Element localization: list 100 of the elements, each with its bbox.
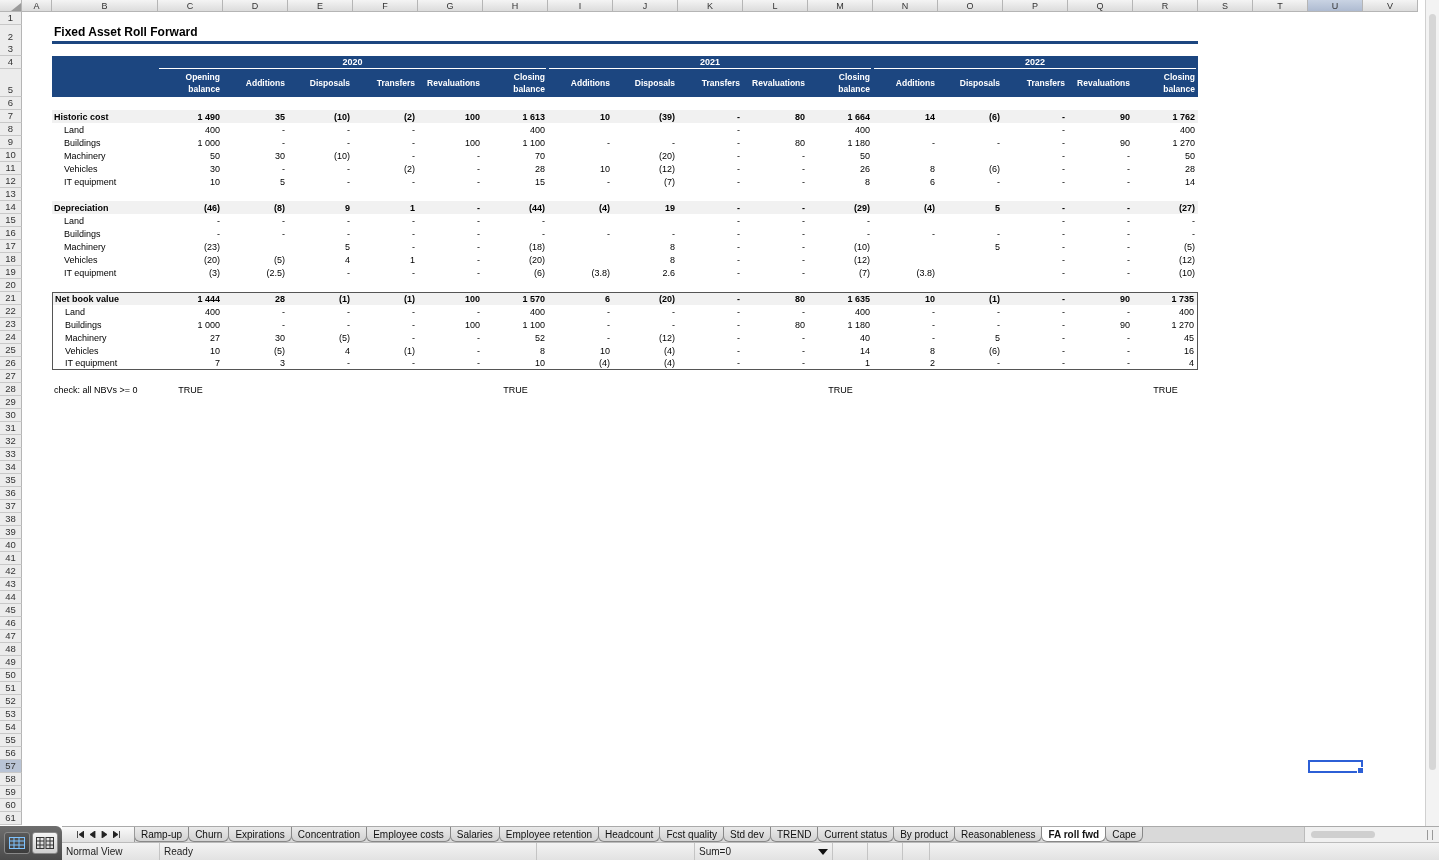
- row-number[interactable]: 15: [0, 214, 22, 227]
- column-letter[interactable]: R: [1133, 0, 1198, 12]
- row-number[interactable]: 22: [0, 305, 22, 318]
- sheet-tab[interactable]: Salaries: [449, 827, 500, 842]
- column-letter[interactable]: G: [418, 0, 483, 12]
- row-number[interactable]: 56: [0, 747, 22, 760]
- row-number[interactable]: 37: [0, 500, 22, 513]
- row-number[interactable]: 29: [0, 396, 22, 409]
- column-letter[interactable]: U: [1308, 0, 1363, 12]
- sheet-tab[interactable]: Employee retention: [498, 827, 600, 842]
- column-letter[interactable]: J: [613, 0, 678, 12]
- row-number[interactable]: 3: [0, 43, 22, 56]
- row-number[interactable]: 16: [0, 227, 22, 240]
- row-number[interactable]: 30: [0, 409, 22, 422]
- column-letter[interactable]: B: [52, 0, 158, 12]
- row-number[interactable]: 10: [0, 149, 22, 162]
- column-letter[interactable]: D: [223, 0, 288, 12]
- row-number[interactable]: 52: [0, 695, 22, 708]
- row-number[interactable]: 20: [0, 279, 22, 292]
- next-sheet-button[interactable]: [100, 831, 108, 838]
- horizontal-scrollbar[interactable]: [1304, 827, 1439, 842]
- row-number[interactable]: 49: [0, 656, 22, 669]
- row-number[interactable]: 26: [0, 357, 22, 370]
- row-number[interactable]: 17: [0, 240, 22, 253]
- selected-cell[interactable]: [1308, 760, 1363, 773]
- row-number[interactable]: 11: [0, 162, 22, 175]
- row-number[interactable]: 4: [0, 56, 22, 69]
- row-number[interactable]: 42: [0, 565, 22, 578]
- row-number[interactable]: 46: [0, 617, 22, 630]
- column-letter[interactable]: C: [158, 0, 223, 12]
- row-number[interactable]: 43: [0, 578, 22, 591]
- row-number[interactable]: 61: [0, 812, 22, 825]
- row-number[interactable]: 57: [0, 760, 22, 773]
- row-number[interactable]: 40: [0, 539, 22, 552]
- row-number[interactable]: 28: [0, 383, 22, 396]
- row-number[interactable]: 44: [0, 591, 22, 604]
- row-number[interactable]: 51: [0, 682, 22, 695]
- row-number[interactable]: 8: [0, 123, 22, 136]
- row-number[interactable]: 33: [0, 448, 22, 461]
- row-number[interactable]: 36: [0, 487, 22, 500]
- column-letter[interactable]: L: [743, 0, 808, 12]
- row-number[interactable]: 6: [0, 97, 22, 110]
- sheet-tab[interactable]: TREND: [769, 827, 819, 842]
- row-number[interactable]: 7: [0, 110, 22, 123]
- row-number[interactable]: 48: [0, 643, 22, 656]
- row-number[interactable]: 1: [0, 12, 22, 25]
- last-sheet-button[interactable]: [112, 831, 120, 838]
- column-letter[interactable]: E: [288, 0, 353, 12]
- sheet-tab[interactable]: Cape: [1105, 827, 1144, 842]
- sheet-tab[interactable]: Headcount: [598, 827, 661, 842]
- row-number[interactable]: 55: [0, 734, 22, 747]
- sheet-tab[interactable]: Reasonableness: [954, 827, 1043, 842]
- view-button[interactable]: [32, 832, 58, 854]
- row-number[interactable]: 47: [0, 630, 22, 643]
- row-number[interactable]: 14: [0, 201, 22, 214]
- sheet-tab[interactable]: Std dev: [723, 827, 771, 842]
- row-number[interactable]: 21: [0, 292, 22, 305]
- row-number[interactable]: 19: [0, 266, 22, 279]
- row-number[interactable]: 24: [0, 331, 22, 344]
- sheet-tab[interactable]: Expirations: [228, 827, 292, 842]
- column-letter[interactable]: Q: [1068, 0, 1133, 12]
- row-number[interactable]: 50: [0, 669, 22, 682]
- column-letter[interactable]: A: [22, 0, 52, 12]
- row-number[interactable]: 60: [0, 799, 22, 812]
- column-letter[interactable]: S: [1198, 0, 1253, 12]
- row-number[interactable]: 34: [0, 461, 22, 474]
- previous-sheet-button[interactable]: [88, 831, 96, 838]
- row-number[interactable]: 31: [0, 422, 22, 435]
- row-number[interactable]: 12: [0, 175, 22, 188]
- row-number[interactable]: 45: [0, 604, 22, 617]
- column-letter[interactable]: N: [873, 0, 938, 12]
- column-letter[interactable]: P: [1003, 0, 1068, 12]
- row-number[interactable]: 41: [0, 552, 22, 565]
- column-letter[interactable]: I: [548, 0, 613, 12]
- column-letter[interactable]: H: [483, 0, 548, 12]
- sheet-tab[interactable]: Ramp-up: [135, 827, 190, 842]
- sheet-tab[interactable]: Churn: [188, 827, 230, 842]
- row-number[interactable]: 13: [0, 188, 22, 201]
- row-number[interactable]: 58: [0, 773, 22, 786]
- sum-dropdown[interactable]: Sum=0: [695, 843, 833, 860]
- sheet-tab[interactable]: Fcst quality: [659, 827, 724, 842]
- view-button[interactable]: [4, 832, 30, 854]
- first-sheet-button[interactable]: [76, 831, 84, 838]
- row-number[interactable]: 32: [0, 435, 22, 448]
- sheet-tab[interactable]: By product: [893, 827, 955, 842]
- row-number[interactable]: 39: [0, 526, 22, 539]
- row-number[interactable]: 23: [0, 318, 22, 331]
- row-number[interactable]: 35: [0, 474, 22, 487]
- column-letter[interactable]: K: [678, 0, 743, 12]
- sheet-tab[interactable]: Current status: [817, 827, 895, 842]
- column-letter[interactable]: T: [1253, 0, 1308, 12]
- row-number[interactable]: 9: [0, 136, 22, 149]
- column-letter[interactable]: V: [1363, 0, 1418, 12]
- row-number[interactable]: 59: [0, 786, 22, 799]
- row-number[interactable]: 54: [0, 721, 22, 734]
- row-number[interactable]: 53: [0, 708, 22, 721]
- sheet-tab[interactable]: FA roll fwd: [1041, 827, 1107, 842]
- row-number[interactable]: 18: [0, 253, 22, 266]
- column-letter[interactable]: M: [808, 0, 873, 12]
- row-number[interactable]: 5: [0, 69, 22, 97]
